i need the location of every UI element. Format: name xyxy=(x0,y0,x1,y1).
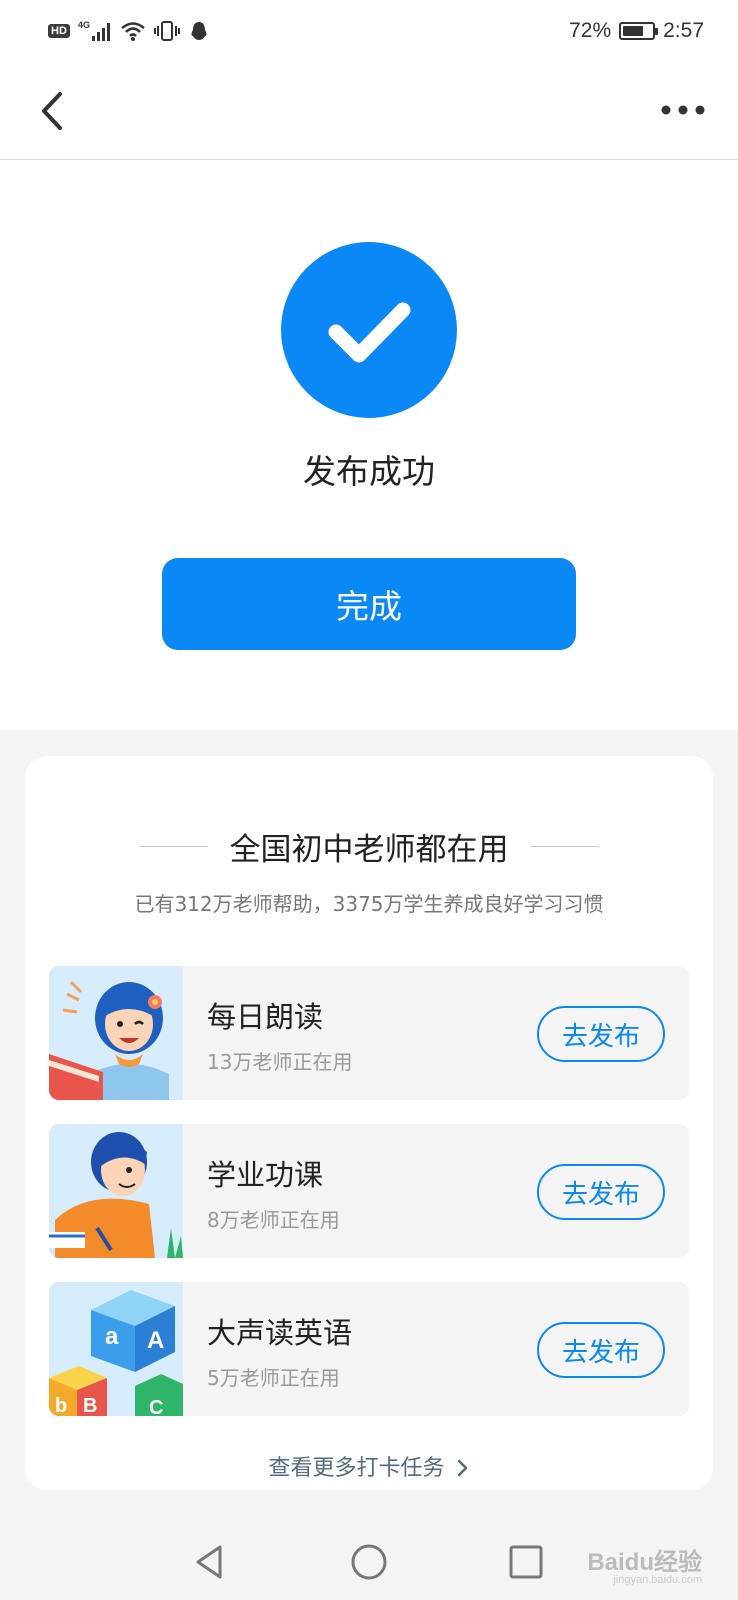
qq-icon xyxy=(191,22,207,40)
task-item[interactable]: 每日朗读 13万老师正在用 去发布 xyxy=(49,966,689,1100)
more-tasks-link[interactable]: 查看更多打卡任务 xyxy=(25,1450,713,1482)
wifi-icon xyxy=(121,22,145,41)
success-section: 发布成功 完成 xyxy=(0,160,738,730)
watermark-logo: Baidu经验 xyxy=(587,1549,702,1576)
task-user-count: 8万老师正在用 xyxy=(207,1208,340,1232)
more-tasks-label: 查看更多打卡任务 xyxy=(268,1456,445,1481)
task-name: 大声读英语 xyxy=(207,1316,353,1350)
more-button[interactable] xyxy=(658,92,708,132)
publish-button[interactable]: 去发布 xyxy=(537,1006,665,1062)
battery-level xyxy=(623,26,644,36)
svg-text:4G: 4G xyxy=(78,20,90,30)
watermark-url: jingyan.baidu.com xyxy=(613,1574,702,1586)
chevron-right-icon xyxy=(457,1459,467,1477)
task-user-count: 5万老师正在用 xyxy=(207,1366,340,1390)
done-button[interactable]: 完成 xyxy=(162,558,576,650)
svg-text:b: b xyxy=(55,1395,67,1416)
task-thumbnail-homework xyxy=(49,1124,183,1258)
nav-back-button[interactable] xyxy=(190,1542,230,1582)
task-item[interactable]: 学业功课 8万老师正在用 去发布 xyxy=(49,1124,689,1258)
svg-text:A: A xyxy=(147,1327,164,1354)
hd-badge: HD xyxy=(48,24,70,38)
svg-text:B: B xyxy=(83,1395,97,1416)
more-horizontal-icon xyxy=(661,105,705,115)
battery-icon xyxy=(619,22,659,40)
promo-section: 全国初中老师都在用 已有312万老师帮助，3375万学生养成良好学习习惯 每日朗… xyxy=(0,730,738,1520)
task-name: 每日朗读 xyxy=(207,1000,324,1034)
boy-writing-illustration xyxy=(49,1124,183,1258)
task-thumbnail-english: a A b B C xyxy=(49,1282,183,1416)
success-badge xyxy=(281,242,457,418)
triangle-back-icon xyxy=(196,1545,222,1579)
signal-icon: 4G xyxy=(78,20,110,41)
promo-subtitle: 已有312万老师帮助，3375万学生养成良好学习习惯 xyxy=(134,892,604,916)
nav-home-button[interactable] xyxy=(349,1542,389,1582)
girl-reading-illustration xyxy=(49,966,183,1100)
nav-recents-button[interactable] xyxy=(506,1542,546,1582)
circle-home-icon xyxy=(351,1544,387,1580)
promo-title: 全国初中老师都在用 xyxy=(229,832,509,868)
svg-text:C: C xyxy=(149,1397,163,1416)
task-item[interactable]: a A b B C 大声读英语 5万老师正在用 去发布 xyxy=(49,1282,689,1416)
publish-button[interactable]: 去发布 xyxy=(537,1322,665,1378)
clock: 2:57 xyxy=(663,19,704,42)
status-icons-right: 72% 2:57 xyxy=(569,19,704,43)
divider-line xyxy=(530,846,599,847)
nav-bar xyxy=(0,62,738,160)
system-nav-bar: Baidu经验 jingyan.baidu.com xyxy=(0,1520,738,1600)
promo-card: 全国初中老师都在用 已有312万老师帮助，3375万学生养成良好学习习惯 每日朗… xyxy=(25,756,713,1490)
check-icon xyxy=(328,302,411,363)
publish-button[interactable]: 去发布 xyxy=(537,1164,665,1220)
success-message: 发布成功 xyxy=(303,452,435,491)
square-recents-icon xyxy=(509,1545,543,1579)
task-user-count: 13万老师正在用 xyxy=(207,1050,353,1074)
promo-title-row: 全国初中老师都在用 xyxy=(25,824,713,869)
divider-line xyxy=(139,846,208,847)
status-icons-left: HD 4G xyxy=(48,20,210,42)
status-bar: HD 4G 72% 2:57 xyxy=(0,0,738,62)
chevron-left-icon xyxy=(42,92,62,130)
back-button[interactable] xyxy=(30,86,80,136)
battery-percent: 72% xyxy=(569,19,612,42)
vibrate-icon xyxy=(153,21,180,41)
task-thumbnail-reading xyxy=(49,966,183,1100)
svg-text:a: a xyxy=(105,1323,119,1350)
task-name: 学业功课 xyxy=(207,1158,324,1192)
alphabet-blocks-illustration: a A b B C xyxy=(49,1282,183,1416)
